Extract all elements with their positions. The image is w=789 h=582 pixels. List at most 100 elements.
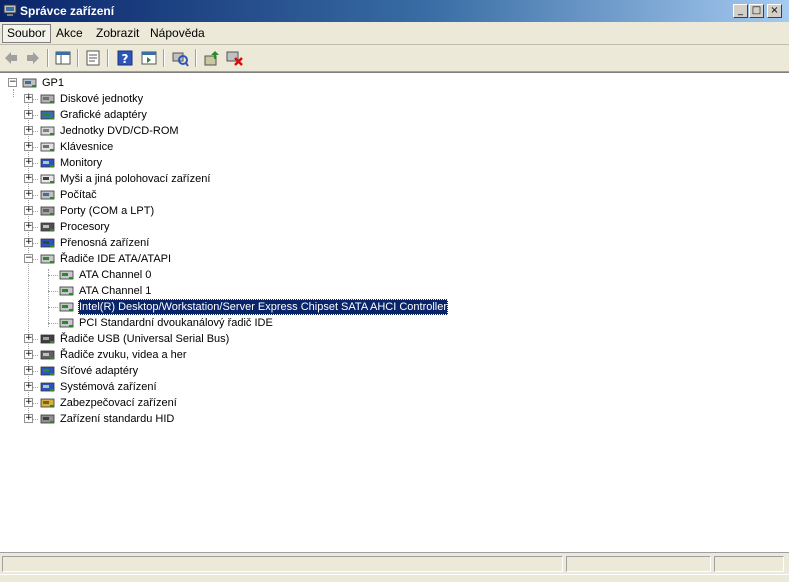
tree-expand-toggle[interactable]: +: [24, 206, 33, 215]
tree-expand-toggle[interactable]: +: [24, 398, 33, 407]
disk-drive-icon: [40, 94, 55, 104]
tree-item-label[interactable]: Klávesnice: [59, 139, 114, 155]
tree-item-label[interactable]: Jednotky DVD/CD-ROM: [59, 123, 180, 139]
tree-connector: [48, 323, 58, 324]
tree-expand-toggle[interactable]: +: [24, 350, 33, 359]
tree-expand-toggle[interactable]: +: [24, 142, 33, 151]
tree-item-label[interactable]: Procesory: [59, 219, 111, 235]
toolbar-separator: [77, 49, 79, 67]
title-bar[interactable]: Správce zařízení _ □ ×: [0, 0, 789, 22]
close-button[interactable]: ×: [767, 4, 782, 18]
portable-device-icon: [40, 238, 55, 248]
ide-channel-icon: [59, 270, 74, 280]
dvd-drive-icon: [40, 126, 55, 136]
ide-channel-icon: [59, 302, 74, 312]
tree-item-label[interactable]: PCI Standardní dvoukanálový řadič IDE: [78, 315, 274, 331]
tree-expand-toggle[interactable]: +: [24, 94, 33, 103]
tree-item-label[interactable]: Monitory: [59, 155, 103, 171]
menu-soubor[interactable]: Soubor: [2, 24, 51, 43]
action-pane-icon[interactable]: [140, 49, 158, 67]
menu-napoveda[interactable]: Nápověda: [146, 25, 209, 42]
show-hide-console-tree-icon[interactable]: [54, 49, 72, 67]
maximize-button[interactable]: □: [749, 4, 764, 18]
scan-hardware-icon[interactable]: [171, 49, 189, 67]
tree-expand-toggle[interactable]: +: [24, 414, 33, 423]
toolbar-separator: [163, 49, 165, 67]
device-tree[interactable]: − GP1 + Diskové jednotky + Grafické adaptéry +…: [0, 72, 789, 553]
tree-item-label[interactable]: Řadiče zvuku, videa a her: [59, 347, 188, 363]
tree-connector: [48, 291, 58, 292]
sound-icon: [40, 350, 55, 360]
tree-root-label[interactable]: GP1: [41, 75, 65, 91]
update-driver-icon[interactable]: [203, 49, 221, 67]
uninstall-icon[interactable]: [226, 49, 244, 67]
tree-connector: [13, 89, 14, 97]
properties-icon[interactable]: [84, 49, 102, 67]
forward-icon[interactable]: [24, 49, 42, 67]
tree-item-label[interactable]: Řadiče IDE ATA/ATAPI: [59, 251, 172, 267]
tree-expand-toggle[interactable]: +: [24, 238, 33, 247]
tree-item-label[interactable]: Počítač: [59, 187, 98, 203]
toolbar-separator: [47, 49, 49, 67]
tree-item-label[interactable]: ATA Channel 1: [78, 283, 152, 299]
keyboard-icon: [40, 142, 55, 152]
menu-bar: Soubor Akce Zobrazit Nápověda: [0, 22, 789, 45]
svg-text:?: ?: [122, 52, 129, 66]
ide-controller-icon: [40, 254, 55, 264]
status-pane-secondary: [566, 556, 711, 572]
monitor-icon: [40, 158, 55, 168]
hid-icon: [40, 414, 55, 424]
tree-collapse-toggle[interactable]: −: [24, 254, 33, 263]
computer-icon: [40, 190, 55, 200]
toolbar-separator: [107, 49, 109, 67]
minimize-button[interactable]: _: [733, 4, 748, 18]
tree-connector: [48, 275, 58, 276]
window-title: Správce zařízení: [20, 4, 115, 18]
tree-item-label-selected[interactable]: Intel(R) Desktop/Workstation/Server Expr…: [78, 299, 449, 315]
security-device-icon: [40, 398, 55, 408]
tree-item-label[interactable]: Myši a jiná polohovací zařízení: [59, 171, 211, 187]
tree-expand-toggle[interactable]: +: [24, 110, 33, 119]
tree-expand-toggle[interactable]: +: [24, 126, 33, 135]
status-pane-tertiary: [714, 556, 784, 572]
tree-expand-toggle[interactable]: +: [24, 222, 33, 231]
ide-channel-icon: [59, 318, 74, 328]
toolbar: ?: [0, 45, 789, 72]
tree-item-label[interactable]: Řadiče USB (Universal Serial Bus): [59, 331, 230, 347]
menu-zobrazit[interactable]: Zobrazit: [92, 25, 143, 42]
help-icon[interactable]: ?: [116, 49, 134, 67]
tree-expand-toggle[interactable]: +: [24, 382, 33, 391]
tree-item-label[interactable]: Porty (COM a LPT): [59, 203, 155, 219]
processor-icon: [40, 222, 55, 232]
back-icon[interactable]: [2, 49, 20, 67]
menu-akce[interactable]: Akce: [52, 25, 87, 42]
tree-expand-toggle[interactable]: +: [24, 158, 33, 167]
tree-item-label[interactable]: Systémová zařízení: [59, 379, 158, 395]
tree-item-label[interactable]: Diskové jednotky: [59, 91, 144, 107]
tree-item-label[interactable]: Zabezpečovací zařízení: [59, 395, 178, 411]
status-pane-main: [2, 556, 563, 572]
toolbar-separator: [195, 49, 197, 67]
usb-icon: [40, 334, 55, 344]
port-icon: [40, 206, 55, 216]
tree-expand-toggle[interactable]: +: [24, 174, 33, 183]
tree-item-label[interactable]: Přenosná zařízení: [59, 235, 150, 251]
status-bar: [0, 552, 789, 574]
tree-expand-toggle[interactable]: +: [24, 334, 33, 343]
tree-item-label[interactable]: Síťové adaptéry: [59, 363, 139, 379]
tree-item-label[interactable]: ATA Channel 0: [78, 267, 152, 283]
tree-item-label[interactable]: Zařízení standardu HID: [59, 411, 175, 427]
ide-channel-icon: [59, 286, 74, 296]
tree-connector: [48, 269, 49, 327]
tree-item-label[interactable]: Grafické adaptéry: [59, 107, 148, 123]
mouse-icon: [40, 174, 55, 184]
bottom-strip: [0, 574, 789, 582]
tree-expand-toggle[interactable]: +: [24, 366, 33, 375]
system-device-icon: [40, 382, 55, 392]
tree-collapse-toggle[interactable]: −: [8, 78, 17, 87]
computer-icon: [22, 78, 37, 88]
tree-expand-toggle[interactable]: +: [24, 190, 33, 199]
device-manager-icon: [3, 4, 17, 16]
network-adapter-icon: [40, 366, 55, 376]
tree-connector: [48, 307, 58, 308]
